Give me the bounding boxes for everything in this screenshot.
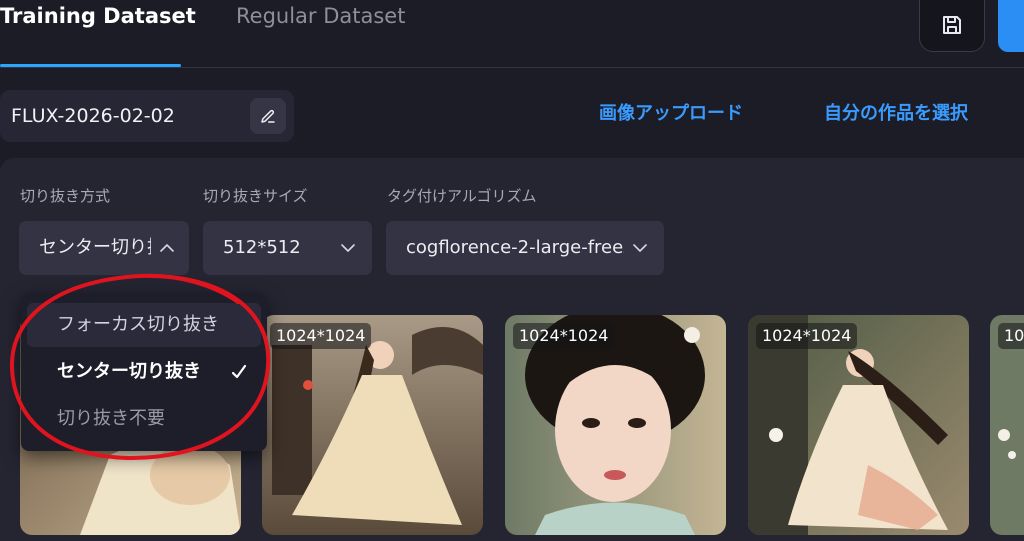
dataset-name-text: FLUX-2026-02-02 bbox=[11, 105, 175, 127]
crop-method-dropdown-menu: フォーカス切り抜き センター切り抜き 切り抜き不要 bbox=[21, 293, 267, 451]
dataset-image-card[interactable]: 1024*1024 bbox=[990, 315, 1024, 535]
active-tab-indicator bbox=[0, 64, 181, 67]
crop-size-value: 512*512 bbox=[223, 237, 301, 258]
edit-name-button[interactable] bbox=[250, 98, 286, 134]
crop-option-label: 切り抜き不要 bbox=[57, 408, 165, 429]
image-resolution-badge: 1024*1024 bbox=[513, 323, 615, 349]
chevron-up-icon bbox=[160, 244, 174, 252]
save-button[interactable] bbox=[919, 0, 985, 52]
dataset-image-card[interactable]: 1024*1024 bbox=[262, 315, 483, 535]
tab-training-dataset[interactable]: Training Dataset bbox=[0, 3, 196, 29]
crop-method-select[interactable]: センター切り抜き bbox=[19, 221, 189, 275]
image-resolution-badge: 1024*1024 bbox=[756, 323, 858, 349]
image-resolution-badge: 1024*1024 bbox=[270, 323, 372, 349]
checkmark-icon bbox=[231, 364, 247, 379]
tagging-algorithm-value: cogflorence-2-large-freeze bbox=[406, 237, 624, 258]
dataset-name-field[interactable]: FLUX-2026-02-02 bbox=[0, 90, 294, 142]
crop-method-label: 切り抜き方式 bbox=[20, 187, 111, 205]
crop-option-label: センター切り抜き bbox=[57, 361, 201, 382]
crop-option-center[interactable]: センター切り抜き bbox=[27, 350, 261, 394]
select-my-works-link[interactable]: 自分の作品を選択 bbox=[824, 100, 968, 128]
tagging-algorithm-select[interactable]: cogflorence-2-large-freeze bbox=[386, 221, 664, 275]
tab-regular-dataset[interactable]: Regular Dataset bbox=[236, 3, 405, 29]
crop-option-none[interactable]: 切り抜き不要 bbox=[27, 397, 261, 441]
primary-action-button[interactable] bbox=[998, 0, 1024, 52]
floppy-disk-icon bbox=[943, 16, 961, 34]
pencil-icon bbox=[261, 109, 275, 123]
crop-option-label: フォーカス切り抜き bbox=[57, 314, 219, 335]
chevron-down-icon bbox=[633, 244, 647, 252]
dataset-image-card[interactable]: 1024*1024 bbox=[505, 315, 726, 535]
crop-size-label: 切り抜きサイズ bbox=[203, 187, 308, 205]
image-resolution-badge: 1024*1024 bbox=[998, 323, 1024, 349]
upload-images-link[interactable]: 画像アップロード bbox=[599, 100, 743, 128]
crop-option-focus[interactable]: フォーカス切り抜き bbox=[27, 303, 261, 347]
crop-method-value: センター切り抜き bbox=[39, 237, 151, 258]
chevron-down-icon bbox=[341, 244, 355, 252]
tagging-algorithm-label: タグ付けアルゴリズム bbox=[387, 187, 537, 205]
header-bar: Training Dataset Regular Dataset bbox=[0, 0, 1024, 68]
crop-size-select[interactable]: 512*512 bbox=[203, 221, 372, 275]
dataset-image-card[interactable]: 1024*1024 bbox=[748, 315, 969, 535]
